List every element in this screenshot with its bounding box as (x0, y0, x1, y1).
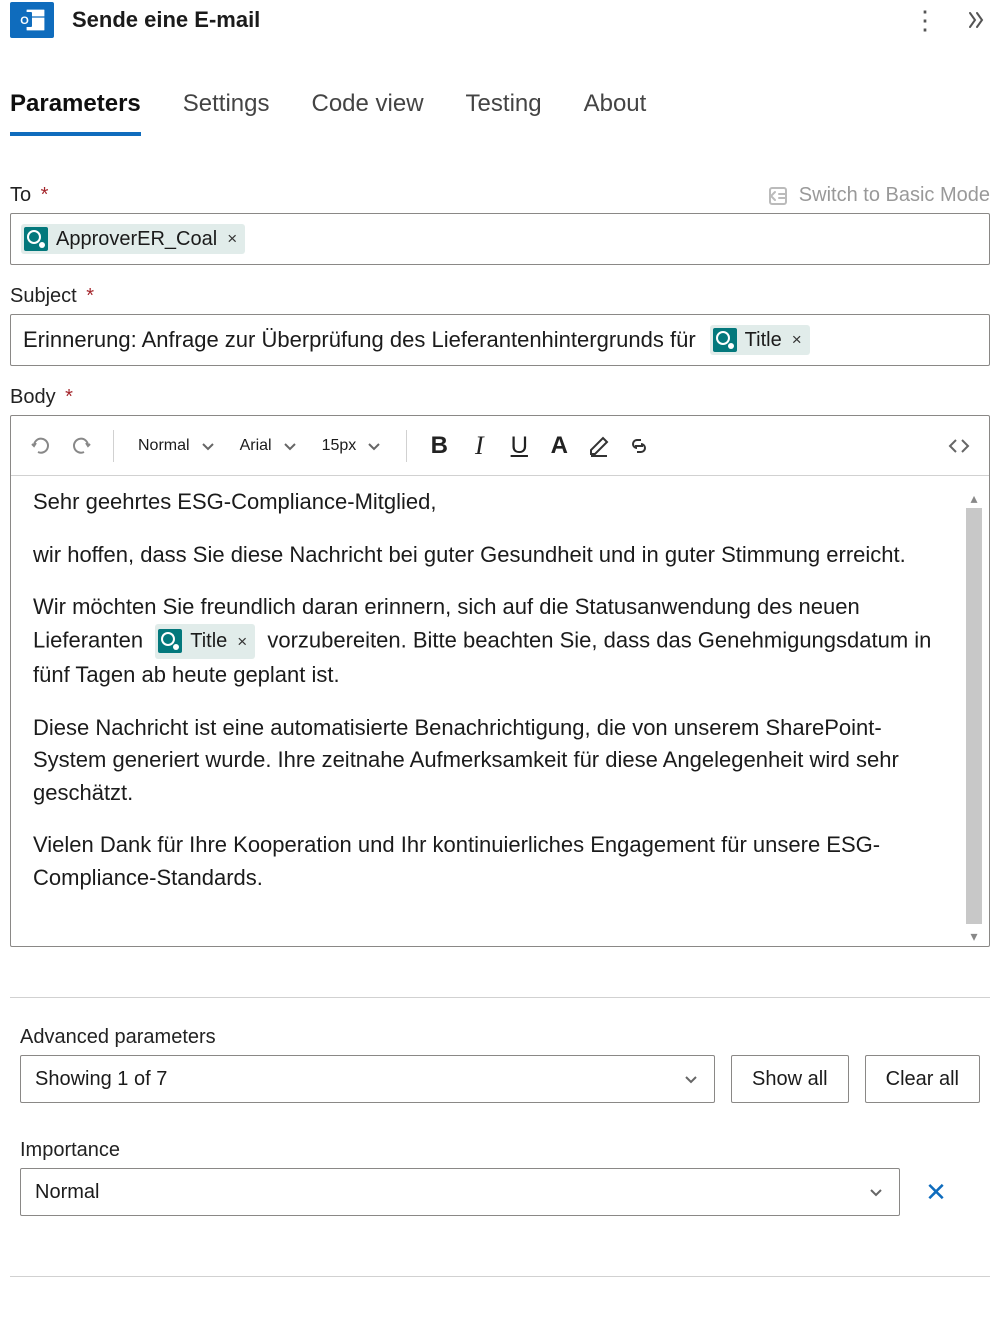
redo-button[interactable] (63, 426, 99, 466)
importance-label: Importance (10, 1139, 990, 1162)
subject-field[interactable]: Erinnerung: Anfrage zur Überprüfung des … (10, 314, 990, 366)
more-icon[interactable]: ⋮ (912, 7, 938, 33)
subject-label: Subject * (10, 285, 94, 308)
sharepoint-token-icon (713, 328, 737, 352)
clear-importance-button[interactable]: ✕ (918, 1177, 954, 1208)
to-label: To * (10, 184, 48, 207)
code-view-button[interactable] (941, 426, 977, 466)
outlook-icon: O (10, 2, 54, 38)
chevron-down-icon (867, 1183, 885, 1201)
action-header: O Sende eine E-mail ⋮ (0, 0, 1000, 40)
font-family-dropdown[interactable]: Arial (230, 437, 308, 455)
collapse-panel-icon[interactable] (964, 10, 984, 30)
body-title-pill[interactable]: Title × (155, 624, 255, 660)
undo-button[interactable] (23, 426, 59, 466)
svg-text:O: O (20, 15, 29, 27)
switch-mode-icon (767, 185, 789, 207)
clear-all-button[interactable]: Clear all (865, 1055, 980, 1103)
underline-button[interactable]: U (501, 426, 537, 466)
tab-testing[interactable]: Testing (466, 90, 542, 136)
to-field[interactable]: ApproverER_Coal × (10, 213, 990, 265)
remove-pill-icon[interactable]: × (237, 629, 247, 654)
sharepoint-token-icon (158, 629, 182, 653)
tab-settings[interactable]: Settings (183, 90, 270, 136)
body-label: Body * (10, 386, 73, 409)
remove-pill-icon[interactable]: × (227, 229, 237, 249)
link-button[interactable] (621, 426, 657, 466)
body-scrollbar[interactable]: ▴ ▾ (963, 490, 985, 942)
advanced-parameters-dropdown[interactable]: Showing 1 of 7 (20, 1055, 715, 1103)
remove-pill-icon[interactable]: × (792, 330, 802, 350)
tab-parameters[interactable]: Parameters (10, 90, 141, 136)
chevron-down-icon (682, 1070, 700, 1088)
scroll-thumb[interactable] (966, 508, 982, 924)
recipient-pill[interactable]: ApproverER_Coal × (21, 224, 245, 254)
body-content[interactable]: Sehr geehrtes ESG-Compliance-Mitglied, w… (11, 476, 989, 946)
body-editor: Normal Arial 15px B I U A (10, 415, 990, 947)
rte-toolbar: Normal Arial 15px B I U A (11, 416, 989, 476)
tab-about[interactable]: About (584, 90, 647, 136)
subject-title-pill[interactable]: Title × (710, 325, 810, 355)
importance-dropdown[interactable]: Normal (20, 1168, 900, 1216)
scroll-down-icon[interactable]: ▾ (963, 928, 985, 942)
italic-button[interactable]: I (461, 426, 497, 466)
paragraph-style-dropdown[interactable]: Normal (128, 437, 226, 455)
font-color-button[interactable]: A (541, 426, 577, 466)
font-size-dropdown[interactable]: 15px (312, 437, 393, 455)
action-title: Sende eine E-mail (72, 7, 912, 33)
advanced-parameters-label: Advanced parameters (10, 1026, 990, 1049)
tab-code-view[interactable]: Code view (311, 90, 423, 136)
scroll-up-icon[interactable]: ▴ (963, 490, 985, 504)
section-divider (10, 1276, 990, 1277)
bold-button[interactable]: B (421, 426, 457, 466)
highlight-button[interactable] (581, 426, 617, 466)
sharepoint-token-icon (24, 227, 48, 251)
show-all-button[interactable]: Show all (731, 1055, 849, 1103)
section-divider (10, 997, 990, 998)
switch-basic-mode[interactable]: Switch to Basic Mode (767, 184, 990, 207)
tabs: Parameters Settings Code view Testing Ab… (0, 40, 1000, 136)
